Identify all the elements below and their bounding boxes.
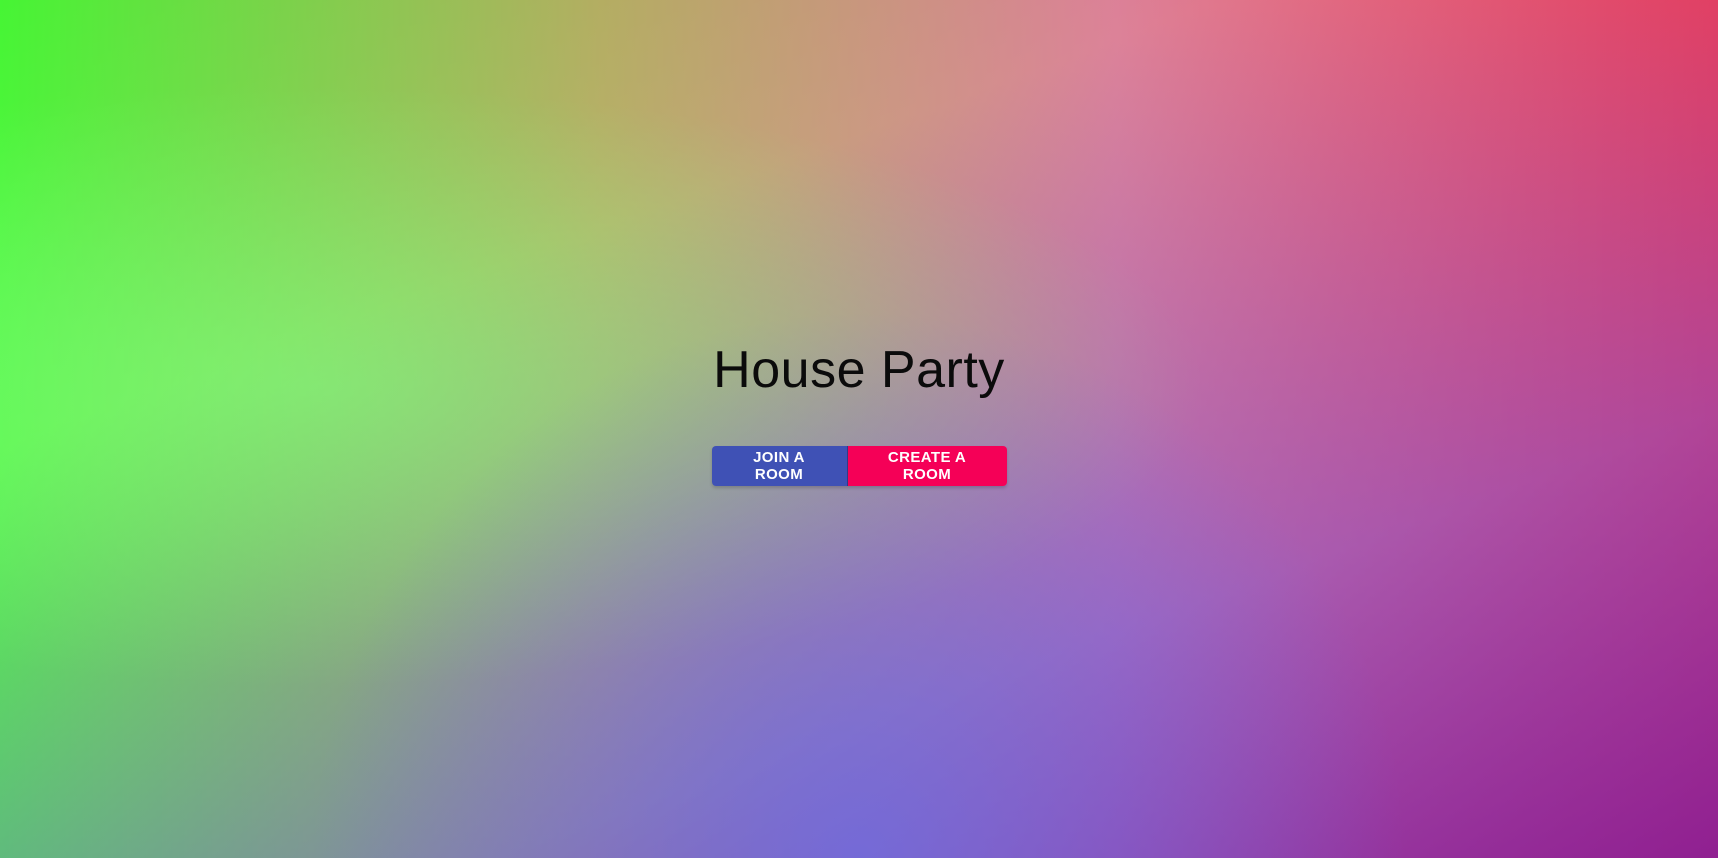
page-title: House Party <box>713 341 1005 399</box>
room-action-button-group: JOIN A ROOM CREATE A ROOM <box>711 446 1007 486</box>
home-panel: House Party JOIN A ROOM CREATE A ROOM <box>0 344 1718 486</box>
join-room-button[interactable]: JOIN A ROOM <box>711 446 848 486</box>
create-room-button[interactable]: CREATE A ROOM <box>847 446 1007 486</box>
